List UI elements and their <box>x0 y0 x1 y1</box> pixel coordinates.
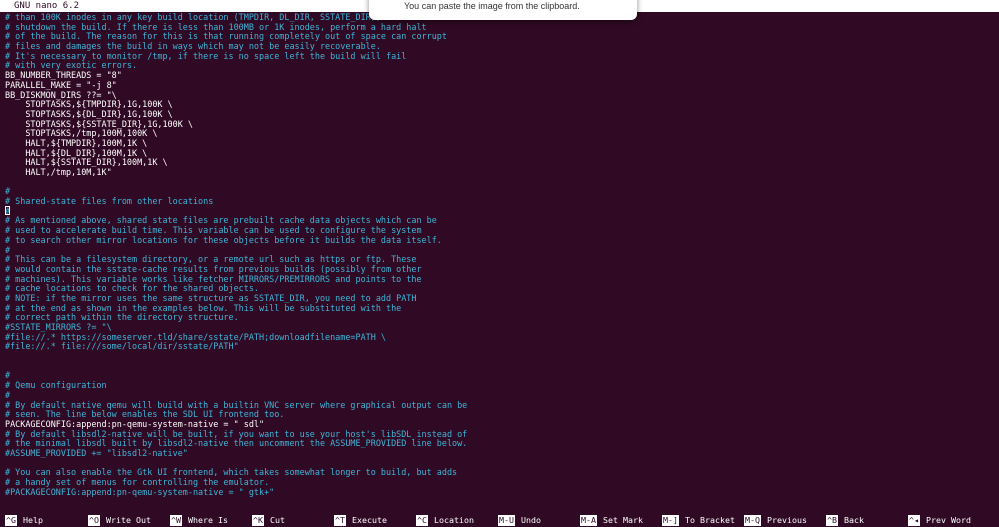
shortcut-key: ^O <box>88 515 100 526</box>
shortcut-key: ^T <box>334 515 346 526</box>
notification-message: You can paste the image from the clipboa… <box>404 1 580 11</box>
shortcut-key: ^G <box>5 515 17 526</box>
shortcut-cut[interactable]: ^K Cut <box>252 515 285 526</box>
shortcut-label: Location <box>434 515 474 525</box>
code-line: HALT,${TMPDIR},100M,1K \ <box>5 137 148 148</box>
comment-line: # It's necessary to monitor /tmp, if the… <box>5 50 407 61</box>
shortcut-key: M-Q <box>744 515 761 526</box>
shortcut-key: M-A <box>580 515 597 526</box>
shortcut-previous[interactable]: M-Q Previous <box>744 515 807 526</box>
shortcut-key: M-U <box>498 515 515 526</box>
shortcut-label: Previous <box>767 515 807 525</box>
shortcut-key: ^◂ <box>908 515 920 526</box>
comment-line: #PACKAGECONFIG:append:pn-qemu-system-nat… <box>5 486 275 497</box>
shortcut-key: ^B <box>826 515 838 526</box>
shortcut-prev-word[interactable]: ^◂ Prev Word <box>908 515 971 526</box>
comment-line: # with very exotic errors. <box>5 60 138 71</box>
editor-content[interactable]: # than 100K inodes in any key build loca… <box>5 13 995 509</box>
shortcut-label: Set Mark <box>603 515 643 525</box>
comment-line: # Shared-state files from other location… <box>5 196 214 207</box>
comment-line: #ASSUME_PROVIDED += "libsdl2-native" <box>5 447 188 458</box>
shortcut-label: Cut <box>270 515 285 525</box>
shortcut-key: ^W <box>170 515 182 526</box>
shortcut-label: Back <box>844 515 864 525</box>
shortcut-undo[interactable]: M-U Undo <box>498 515 541 526</box>
shortcut-set-mark[interactable]: M-A Set Mark <box>580 515 643 526</box>
comment-line: #file://.* file:///some/local/dir/sstate… <box>5 341 239 352</box>
shortcut-label: To Bracket <box>685 515 735 525</box>
text-cursor <box>5 206 10 215</box>
shortcut-label: Where Is <box>188 515 228 525</box>
code-line: STOPTASKS,/tmp,100M,100K \ <box>5 128 158 139</box>
shortcut-label: Execute <box>352 515 387 525</box>
comment-line: # correct path within the directory stru… <box>5 312 239 323</box>
shortcut-bar: ^G Help ^O Write Out ^W Where Is ^K Cut ^T Ex… <box>0 514 999 527</box>
comment-line: # Qemu configuration <box>5 380 107 391</box>
shortcut-write-out[interactable]: ^O Write Out <box>88 515 151 526</box>
shortcut-back[interactable]: ^B Back <box>826 515 864 526</box>
shortcut-label: Prev Word <box>926 515 971 525</box>
paste-notification: You can paste the image from the clipboa… <box>369 0 637 20</box>
shortcut-execute[interactable]: ^T Execute <box>334 515 387 526</box>
code-line: HALT,${SSTATE_DIR},100M,1K \ <box>5 157 168 168</box>
editor-title: GNU nano 6.2 <box>4 0 80 12</box>
code-line: PARALLEL_MAKE = "-j 8" <box>5 79 117 90</box>
comment-line: # to search other mirror locations for t… <box>5 234 442 245</box>
comment-line: # <box>5 370 11 381</box>
shortcut-to-bracket[interactable]: M-] To Bracket <box>662 515 735 526</box>
shortcut-key: ^K <box>252 515 264 526</box>
shortcut-label: Help <box>23 515 43 525</box>
shortcut-label: Undo <box>521 515 541 525</box>
shortcut-location[interactable]: ^C Location <box>416 515 474 526</box>
shortcut-help[interactable]: ^G Help <box>5 515 43 526</box>
shortcut-key: M-] <box>662 515 679 526</box>
shortcut-key: ^C <box>416 515 428 526</box>
shortcut-where-is[interactable]: ^W Where Is <box>170 515 228 526</box>
code-line: BB_NUMBER_THREADS = "8" <box>5 70 122 81</box>
code-line: HALT,/tmp,10M,1K" <box>5 167 112 177</box>
shortcut-label: Write Out <box>106 515 151 525</box>
